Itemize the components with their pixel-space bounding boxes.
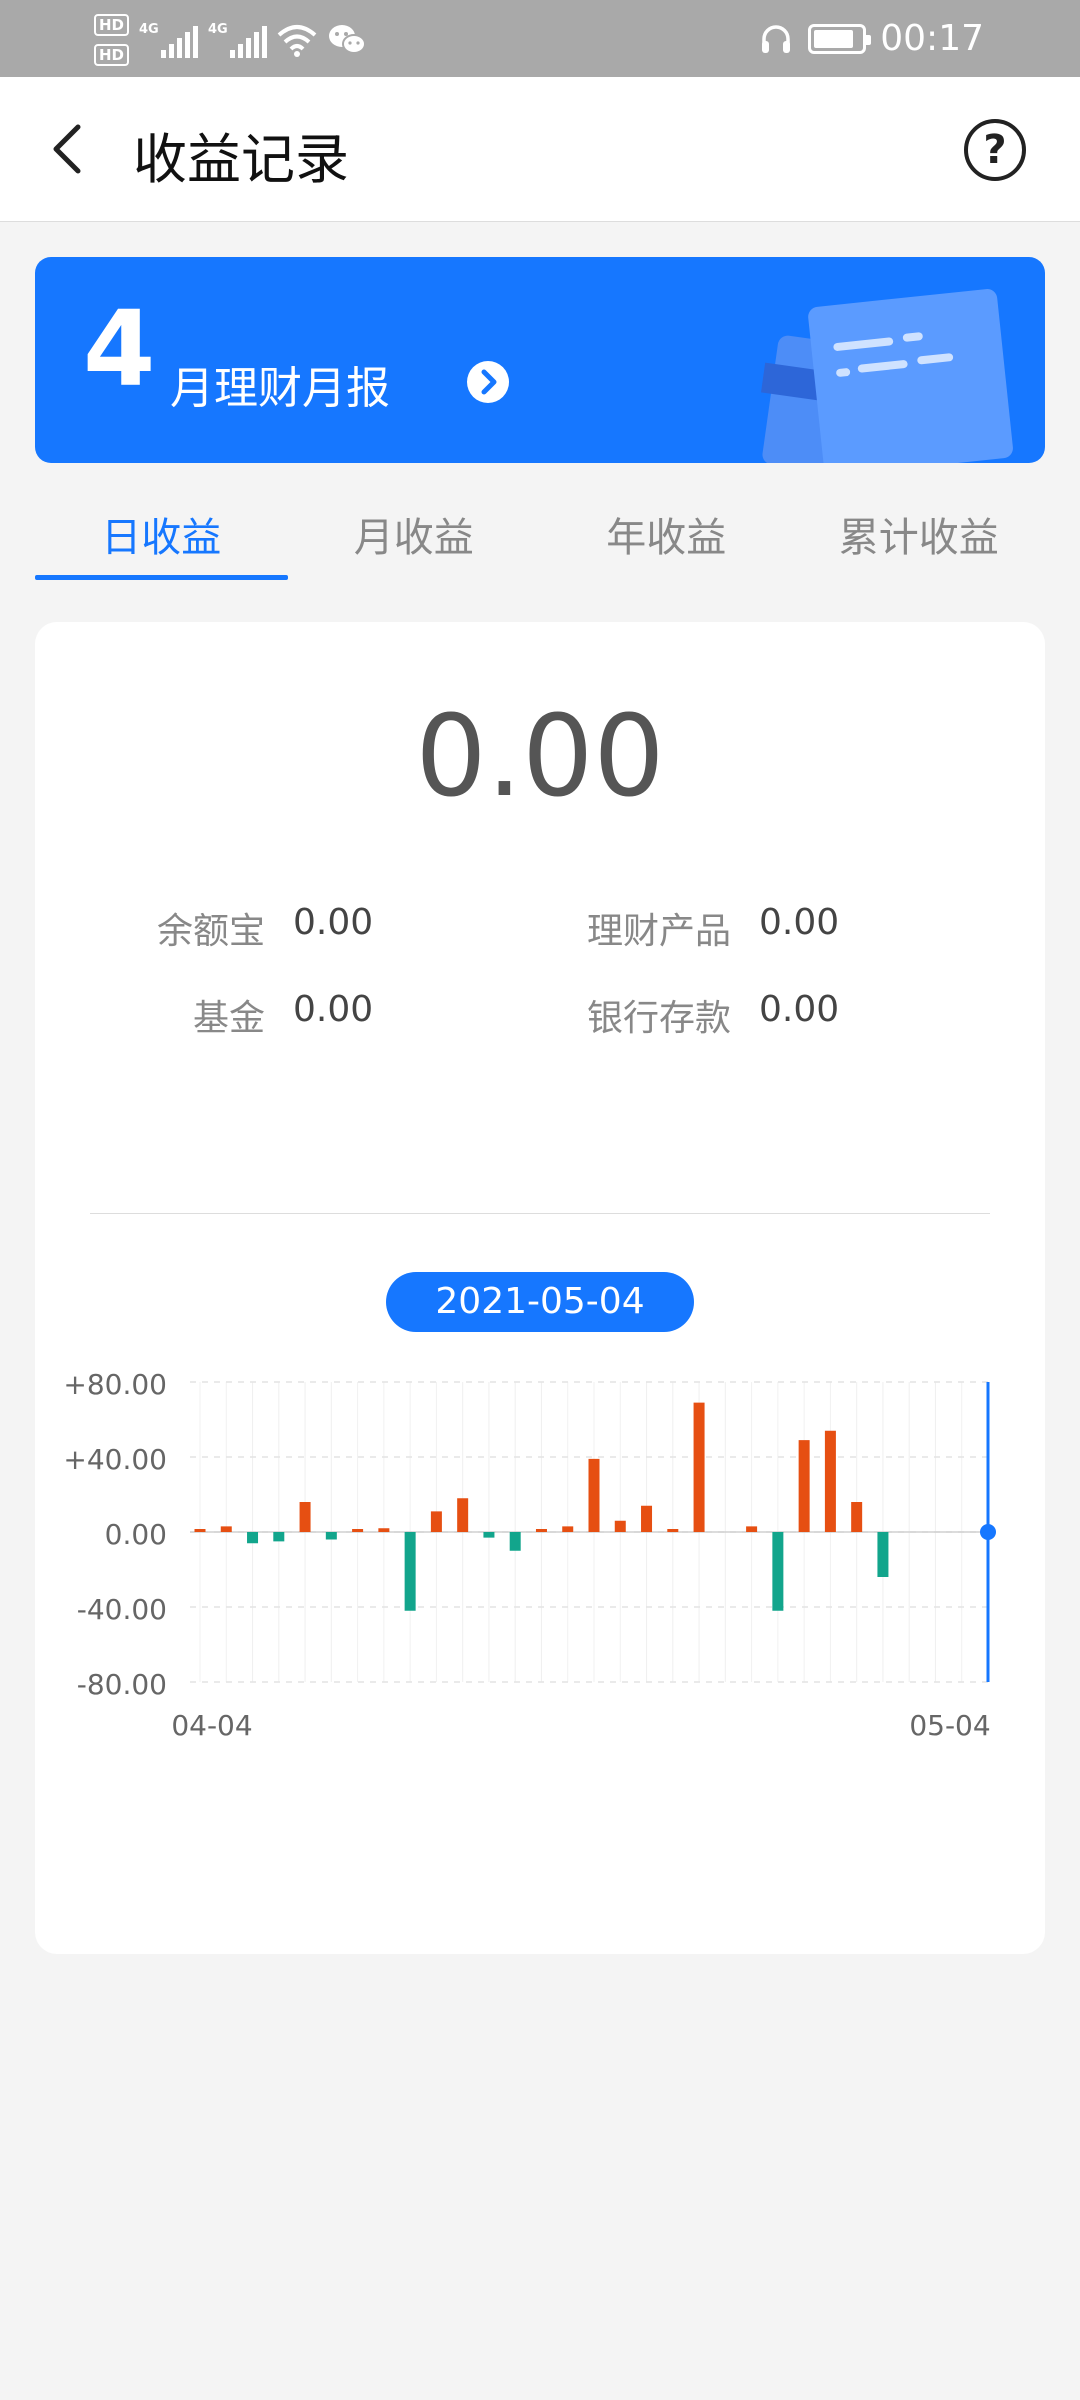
stat-bank-deposit: 银行存款 0.00: [583, 989, 839, 1041]
chart-bar: [430, 1511, 442, 1532]
help-button[interactable]: ?: [964, 119, 1026, 181]
chart-bar: [404, 1532, 416, 1611]
y-tick-label: 0.00: [105, 1518, 167, 1551]
chart-bar: [798, 1440, 810, 1532]
chart-bar: [220, 1526, 232, 1532]
status-left: HD HD 4G 4G: [94, 10, 367, 70]
hd-badge-1: HD: [94, 14, 130, 36]
network-type-1: 4G: [139, 22, 159, 37]
stat-yuebao: 余额宝 0.00: [155, 902, 373, 954]
back-button[interactable]: [40, 119, 100, 179]
chart-bar: [851, 1502, 863, 1532]
earnings-tabs: 日收益 月收益 年收益 累计收益: [35, 480, 1045, 580]
hd-indicators: HD HD: [94, 14, 130, 66]
earnings-card: 0.00 余额宝 0.00 理财产品 0.00 基金 0.00 银行存款 0.0…: [35, 622, 1045, 1954]
chart-bar: [378, 1528, 390, 1532]
x-tick-label: 04-04: [171, 1709, 252, 1742]
chart-bar: [824, 1430, 836, 1532]
headphones-icon: [762, 24, 791, 53]
chart-bar: [746, 1526, 758, 1532]
x-tick-label: 05-04: [909, 1709, 990, 1742]
chart-bar: [509, 1532, 521, 1551]
page-title: 收益记录: [133, 128, 349, 191]
selected-date-pill: 2021-05-04: [386, 1272, 694, 1332]
y-tick-label: +40.00: [63, 1443, 167, 1476]
y-tick-label: -40.00: [77, 1593, 167, 1626]
chart-bar: [588, 1458, 600, 1532]
chart-bar: [535, 1529, 547, 1532]
chart-bar: [457, 1498, 469, 1532]
chart-bar: [641, 1505, 653, 1532]
tab-yearly[interactable]: 年收益: [540, 480, 793, 580]
daily-earnings-chart[interactable]: +80.00 +40.00 0.00 -40.00 -80.0004-04 05-04: [35, 1342, 1045, 1902]
chart-bar: [693, 1402, 705, 1532]
stat-label: 余额宝: [156, 911, 265, 952]
chart-bar: [877, 1532, 889, 1577]
battery-icon: [808, 23, 872, 54]
stat-value: 0.00: [759, 902, 840, 943]
banner-title: 月理财月报: [170, 363, 390, 414]
signal-icon: 4G: [139, 22, 199, 58]
report-illustration-icon: [761, 289, 1013, 463]
stat-value: 0.00: [293, 902, 374, 943]
status-right: 00:17: [758, 0, 984, 77]
selected-point: [980, 1524, 996, 1540]
wechat-icon: [329, 25, 367, 54]
stat-value: 0.00: [293, 989, 374, 1030]
chart-bar: [273, 1532, 285, 1542]
stat-fund: 基金 0.00: [155, 989, 373, 1041]
y-tick-label: -80.00: [77, 1668, 167, 1701]
chart-bar: [247, 1532, 259, 1544]
chart-bar: [299, 1502, 311, 1532]
hd-badge-2: HD: [94, 44, 130, 66]
stat-label: 基金: [192, 998, 265, 1039]
banner-month-number: 4: [83, 288, 156, 410]
divider: [90, 1213, 990, 1214]
clock: 00:17: [880, 18, 984, 59]
y-tick-label: +80.00: [63, 1368, 167, 1401]
network-type-2: 4G: [208, 22, 228, 37]
nav-bar: 收益记录 ?: [0, 77, 1080, 222]
stat-value: 0.00: [759, 989, 840, 1030]
chart-bar: [667, 1529, 679, 1532]
chart-bar: [325, 1532, 337, 1540]
chart-bar: [194, 1529, 206, 1532]
chart-bar: [562, 1526, 574, 1532]
tab-monthly[interactable]: 月收益: [288, 480, 541, 580]
wifi-icon: [277, 25, 317, 57]
monthly-report-banner[interactable]: 4 月理财月报: [35, 257, 1045, 463]
chart-bar: [483, 1532, 495, 1538]
total-earnings: 0.00: [415, 692, 665, 822]
chart-bar: [352, 1529, 364, 1532]
stat-label: 银行存款: [586, 998, 731, 1039]
tab-daily[interactable]: 日收益: [35, 480, 288, 580]
chevron-left-icon: [53, 124, 81, 174]
chart-bar: [614, 1520, 626, 1532]
tab-cumulative[interactable]: 累计收益: [793, 480, 1046, 580]
battery-level-fill: [814, 29, 854, 48]
stat-label: 理财产品: [586, 911, 731, 952]
status-bar: HD HD 4G 4G 00:17: [0, 0, 1080, 77]
signal-icon-2: 4G: [208, 22, 268, 58]
stat-wealth-products: 理财产品 0.00: [583, 902, 839, 954]
chart-bar: [772, 1532, 784, 1611]
chevron-right-circle-icon: [467, 361, 509, 403]
